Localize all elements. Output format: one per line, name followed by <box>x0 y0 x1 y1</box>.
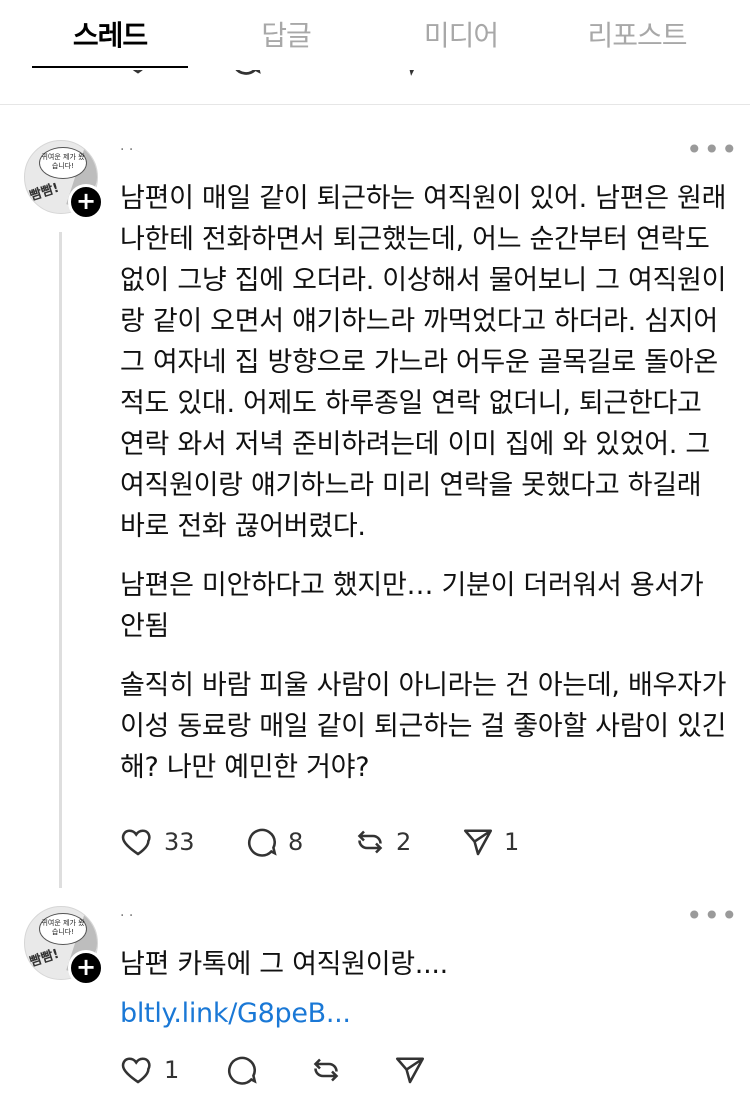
like-button[interactable]: 33 <box>120 822 195 862</box>
post-body: 남편 카톡에 그 여직원이랑.... bltly.link/G8peB... <box>120 944 730 1052</box>
follow-plus-icon[interactable]: + <box>68 184 104 220</box>
post-paragraph: 남편 카톡에 그 여직원이랑.... <box>120 949 448 980</box>
avatar-bubble-text: 귀여운 제가 왔습니다! <box>41 153 85 170</box>
more-icon[interactable]: ••• <box>686 136 739 164</box>
avatar-bubble-text: 귀여운 제가 왔습니다! <box>41 919 85 936</box>
share-count: 1 <box>504 828 520 856</box>
reply-button[interactable] <box>224 1050 260 1090</box>
username[interactable]: · · <box>120 142 133 158</box>
tab-reposts[interactable]: 리포스트 <box>552 14 722 54</box>
follow-plus-icon[interactable]: + <box>68 950 104 986</box>
heart-icon <box>121 1057 151 1084</box>
post-paragraph: 남편이 매일 같이 퇴근하는 여직원이 있어. 남편은 원래 나한테 전화하면서… <box>120 183 727 542</box>
comment-icon <box>228 1056 257 1085</box>
avatar-speech-bubble: 귀여운 제가 왔습니다! <box>39 913 87 945</box>
profile-tabs: 스레드 답글 미디어 리포스트 <box>0 0 750 70</box>
repost-count: 2 <box>396 828 412 856</box>
like-button[interactable]: 1 <box>120 1050 179 1090</box>
avatar-shout-text: 빰빰! <box>28 946 62 971</box>
share-icon <box>395 1057 425 1084</box>
share-button[interactable] <box>392 1050 428 1090</box>
comment-icon <box>248 828 277 857</box>
tab-replies[interactable]: 답글 <box>201 14 371 54</box>
avatar-speech-bubble: 귀여운 제가 왔습니다! <box>39 147 87 179</box>
post-paragraph: 남편은 미안하다고 했지만… 기분이 더러워서 용서가 안됨 <box>120 570 704 642</box>
thread-line <box>59 232 62 888</box>
like-count: 33 <box>164 828 195 856</box>
repost-button[interactable]: 2 <box>352 822 411 862</box>
post-body: 남편이 매일 같이 퇴근하는 여직원이 있어. 남편은 원래 나한테 전화하면서… <box>120 178 730 806</box>
repost-button[interactable] <box>308 1050 344 1090</box>
like-count: 1 <box>164 1056 180 1084</box>
post-paragraph: 솔직히 바람 피울 사람이 아니라는 건 아는데, 배우자가 이성 동료랑 매일… <box>120 670 727 783</box>
username[interactable]: · · <box>120 908 133 924</box>
repost-icon <box>313 1058 339 1082</box>
divider <box>0 104 750 105</box>
avatar-shout-text: 빰빰! <box>28 180 62 205</box>
reply-button[interactable]: 8 <box>244 822 303 862</box>
post-link[interactable]: bltly.link/G8peB... <box>120 993 730 1034</box>
heart-icon <box>121 829 151 856</box>
tab-threads[interactable]: 스레드 <box>25 14 195 54</box>
more-icon[interactable]: ••• <box>686 902 739 930</box>
share-button[interactable]: 1 <box>460 822 519 862</box>
tab-media[interactable]: 미디어 <box>376 14 546 54</box>
repost-icon <box>357 830 383 854</box>
active-tab-indicator <box>32 66 188 68</box>
share-icon <box>463 829 493 856</box>
reply-count: 8 <box>288 828 304 856</box>
